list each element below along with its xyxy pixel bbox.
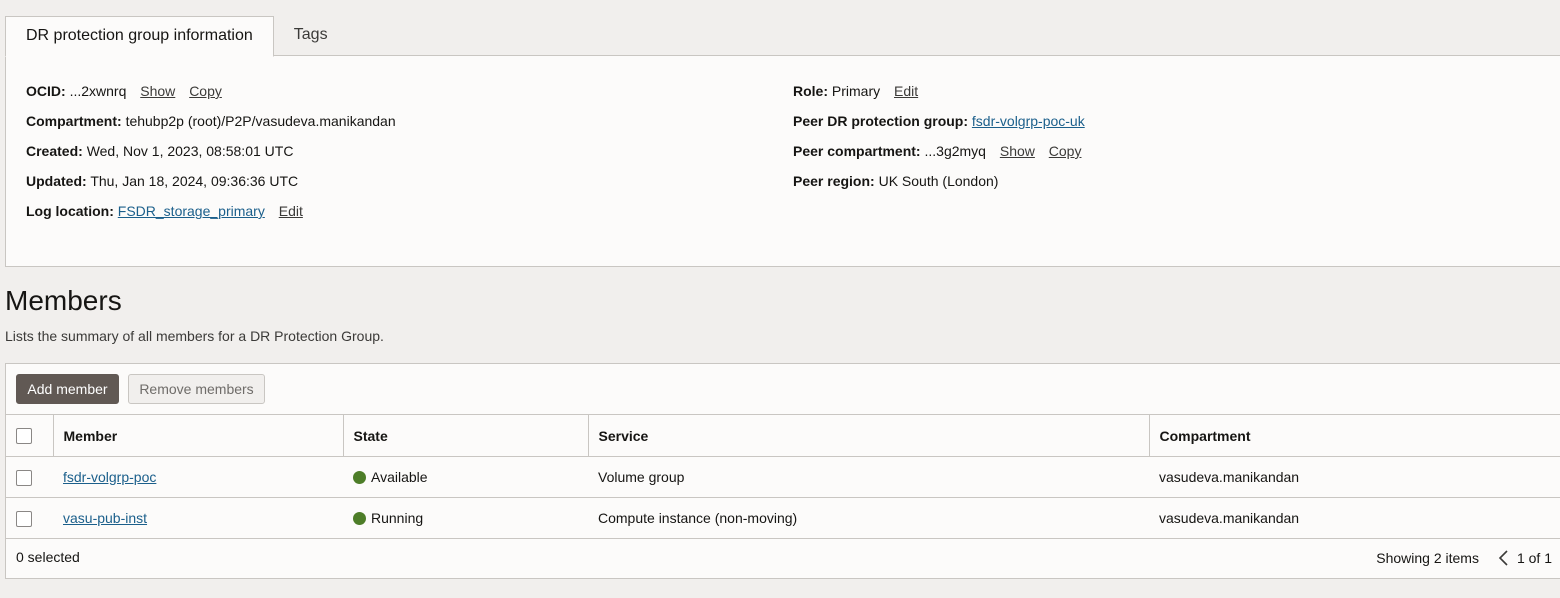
ocid-value: ...2xwnrq (69, 83, 127, 99)
peer-group-label: Peer DR protection group: (793, 113, 969, 129)
updated-label: Updated: (26, 173, 87, 189)
status-dot-icon (353, 470, 366, 484)
remove-members-button[interactable]: Remove members (128, 374, 265, 404)
members-description: Lists the summary of all members for a D… (5, 328, 384, 344)
row-select-cell (6, 497, 53, 539)
row-checkbox[interactable] (16, 510, 32, 527)
column-header-state[interactable]: State (342, 414, 588, 457)
log-location-link[interactable]: FSDR_storage_primary (118, 203, 265, 219)
status-dot-icon (353, 511, 366, 525)
state-cell: Running (343, 497, 588, 539)
pagination: Showing 2 items 1 of 1 (1376, 550, 1552, 566)
info-right-column: Role: Primary Edit Peer DR protection gr… (793, 82, 1085, 202)
showing-items-text: Showing 2 items (1376, 550, 1479, 566)
updated-value: Thu, Jan 18, 2024, 09:36:36 UTC (90, 173, 299, 189)
peer-group-link[interactable]: fsdr-volgrp-poc-uk (972, 113, 1085, 129)
service-cell: Volume group (588, 456, 1149, 498)
table-row: fsdr-volgrp-poc Available Volume group v… (6, 456, 1560, 498)
table-header-row: Member State Service Compartment (6, 414, 1560, 457)
member-cell: vasu-pub-inst (53, 497, 343, 539)
role-value: Primary (831, 83, 881, 99)
ocid-copy-link[interactable]: Copy (189, 83, 222, 99)
row-checkbox[interactable] (16, 469, 32, 486)
state-text: Available (371, 469, 428, 485)
members-table: Member State Service Compartment fsdr-vo… (6, 414, 1560, 539)
members-table-card: Add member Remove members Member State S… (5, 363, 1560, 579)
page-indicator: 1 of 1 (1516, 550, 1552, 566)
tab-tags[interactable]: Tags (274, 16, 348, 55)
peer-region-label: Peer region: (793, 173, 875, 189)
tab-bar: DR protection group information Tags (5, 16, 348, 57)
column-header-compartment[interactable]: Compartment (1148, 414, 1560, 457)
members-title: Members (5, 285, 122, 316)
compartment-cell: vasudeva.manikandan (1149, 497, 1560, 539)
log-location-edit-link[interactable]: Edit (279, 203, 303, 219)
log-location-row: Log location: FSDR_storage_primary Edit (26, 202, 396, 232)
role-row: Role: Primary Edit (793, 82, 1085, 112)
peer-compartment-value: ...3g2myq (924, 143, 986, 159)
peer-compartment-label: Peer compartment: (793, 143, 921, 159)
created-row: Created: Wed, Nov 1, 2023, 08:58:01 UTC (26, 142, 396, 172)
chevron-left-icon[interactable] (1497, 550, 1511, 566)
compartment-cell: vasudeva.manikandan (1149, 456, 1560, 498)
peer-group-row: Peer DR protection group: fsdr-volgrp-po… (793, 112, 1085, 142)
selected-count: 0 selected (16, 549, 80, 565)
role-label: Role: (793, 83, 828, 99)
state-text: Running (371, 510, 424, 526)
service-cell: Compute instance (non-moving) (588, 497, 1149, 539)
ocid-show-link[interactable]: Show (140, 83, 175, 99)
ocid-label: OCID: (26, 83, 66, 99)
add-member-button[interactable]: Add member (16, 374, 119, 404)
peer-compartment-row: Peer compartment: ...3g2myq Show Copy (793, 142, 1085, 172)
peer-region-value: UK South (London) (878, 173, 999, 189)
compartment-value: tehubp2p (root)/P2P/vasudeva.manikandan (125, 113, 396, 129)
peer-compartment-show-link[interactable]: Show (1000, 143, 1035, 159)
tab-dr-protection-group-information[interactable]: DR protection group information (5, 16, 274, 57)
member-cell: fsdr-volgrp-poc (53, 456, 343, 498)
column-header-service[interactable]: Service (587, 414, 1149, 457)
info-panel: OCID: ...2xwnrq Show Copy Compartment: t… (5, 55, 1560, 267)
ocid-row: OCID: ...2xwnrq Show Copy (26, 82, 396, 112)
select-all-cell (6, 414, 53, 457)
column-header-member[interactable]: Member (52, 414, 343, 457)
compartment-row: Compartment: tehubp2p (root)/P2P/vasudev… (26, 112, 396, 142)
compartment-label: Compartment: (26, 113, 122, 129)
peer-region-row: Peer region: UK South (London) (793, 172, 1085, 202)
log-location-label: Log location: (26, 203, 114, 219)
peer-compartment-copy-link[interactable]: Copy (1049, 143, 1082, 159)
updated-row: Updated: Thu, Jan 18, 2024, 09:36:36 UTC (26, 172, 396, 202)
member-link[interactable]: vasu-pub-inst (63, 510, 147, 526)
table-row: vasu-pub-inst Running Compute instance (… (6, 497, 1560, 539)
created-label: Created: (26, 143, 83, 159)
member-link[interactable]: fsdr-volgrp-poc (63, 469, 156, 485)
info-left-column: OCID: ...2xwnrq Show Copy Compartment: t… (26, 82, 396, 232)
row-select-cell (6, 456, 53, 498)
select-all-checkbox[interactable] (16, 428, 32, 445)
created-value: Wed, Nov 1, 2023, 08:58:01 UTC (86, 143, 294, 159)
state-cell: Available (343, 456, 588, 498)
role-edit-link[interactable]: Edit (894, 83, 918, 99)
